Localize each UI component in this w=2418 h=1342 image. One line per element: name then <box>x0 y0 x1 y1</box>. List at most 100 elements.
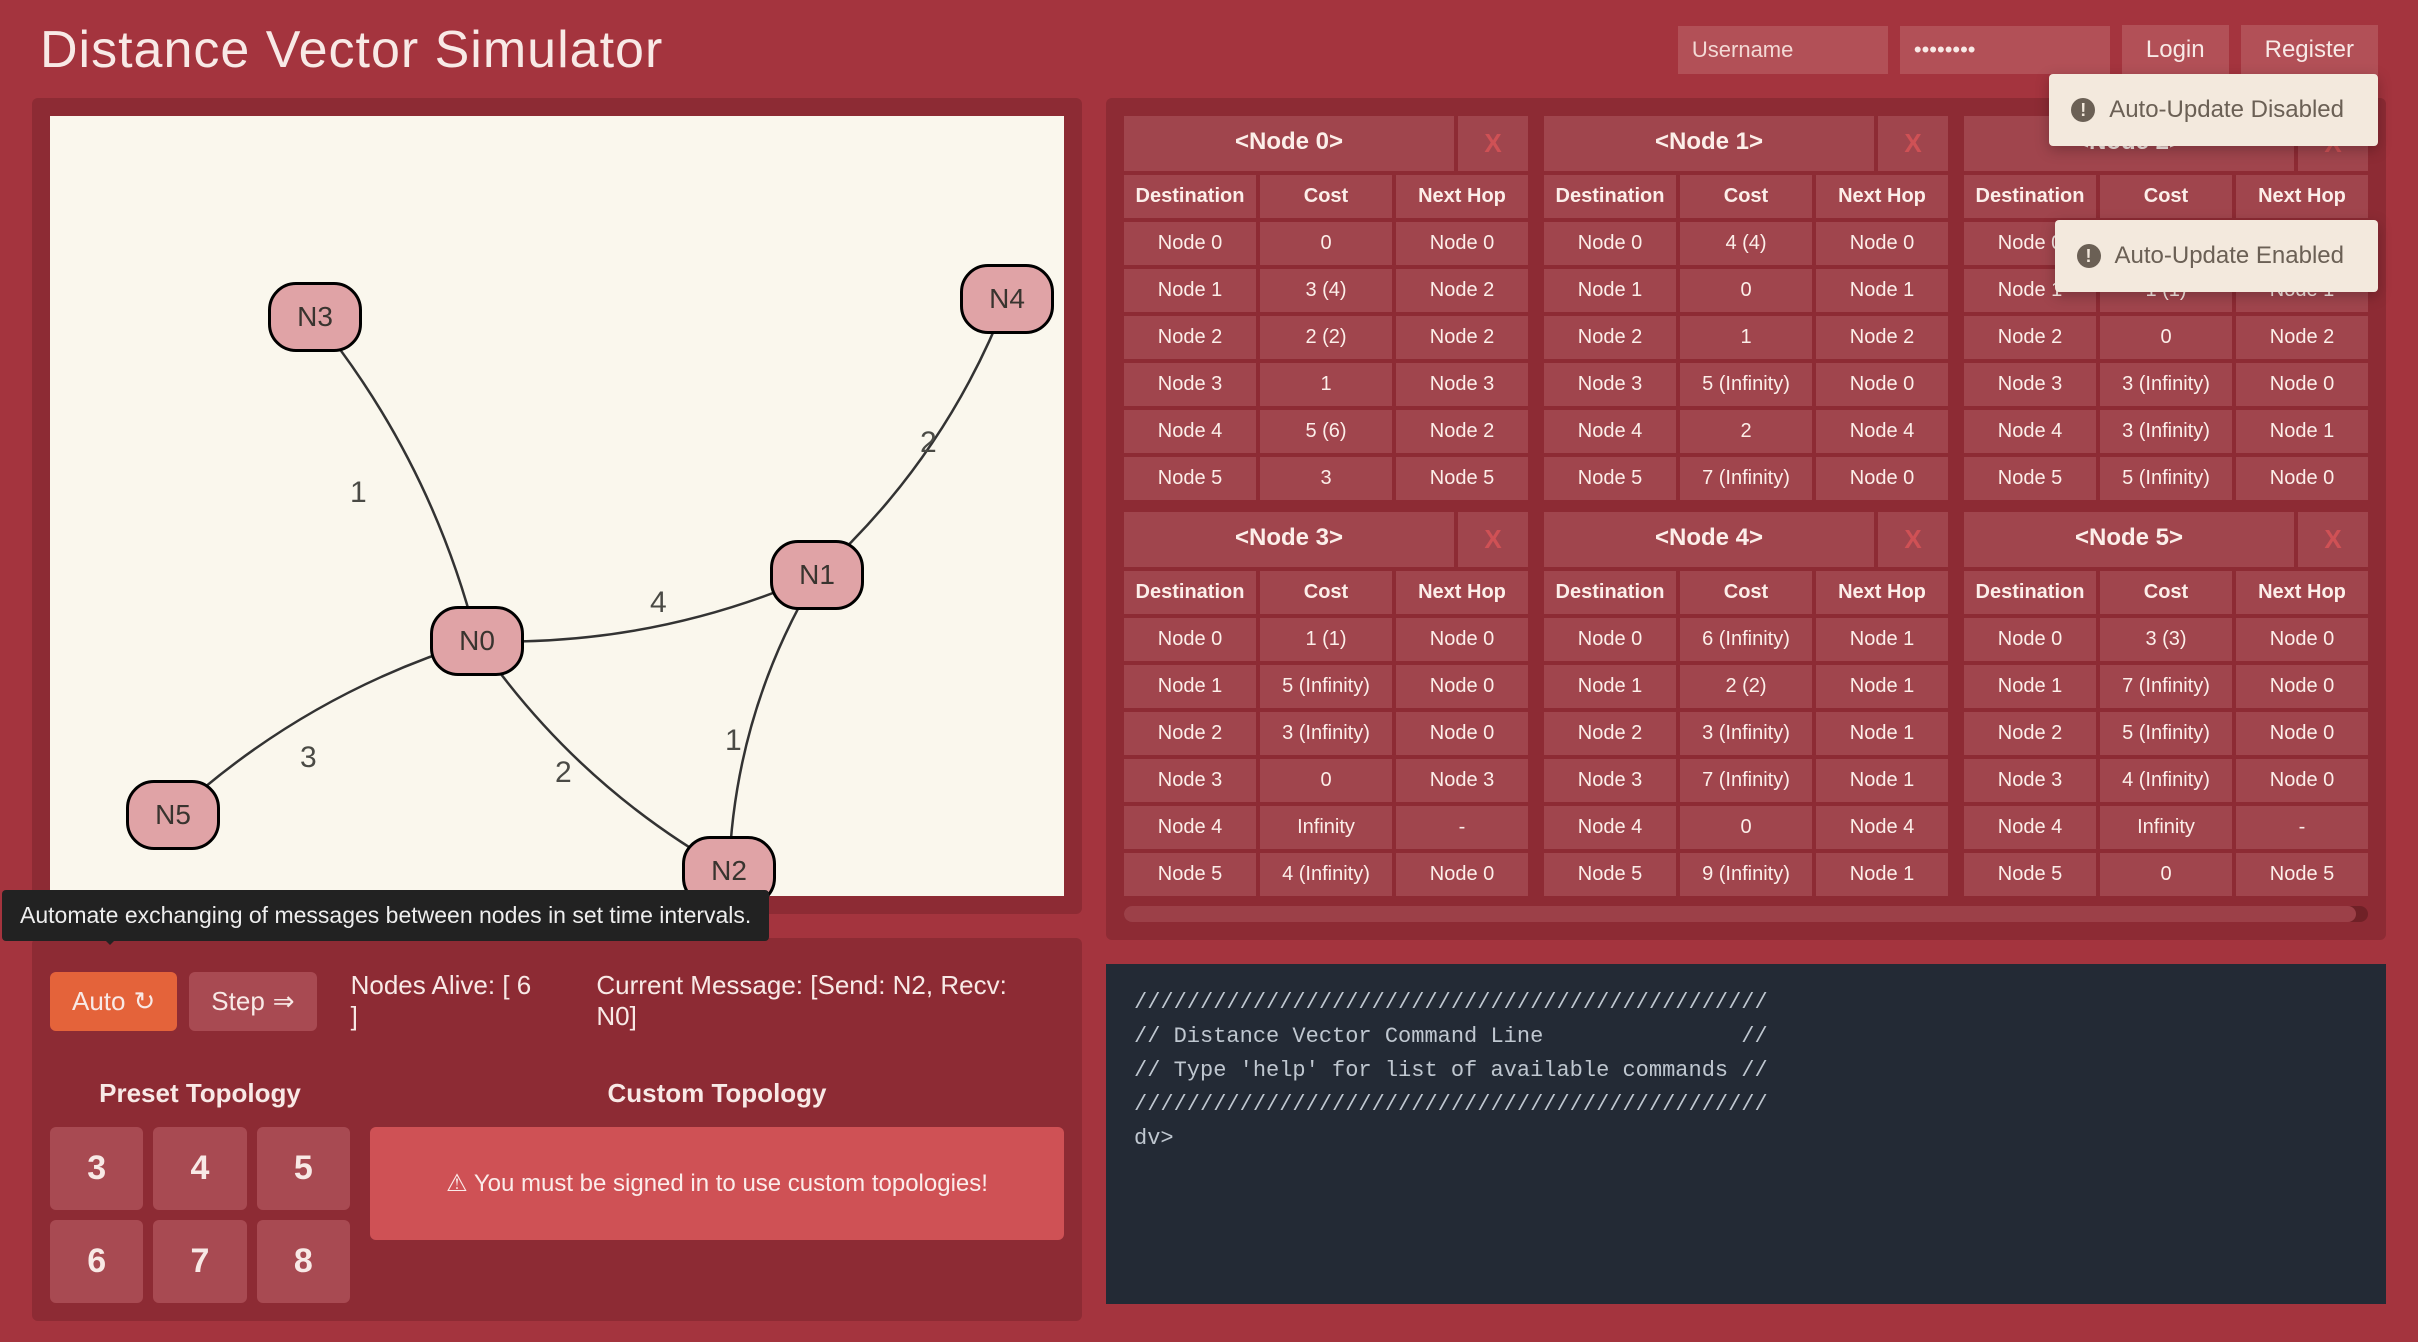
table-row: Node 42Node 4 <box>1544 410 1948 453</box>
edge-weight: 4 <box>650 586 667 620</box>
table-row: Node 34 (Infinity)Node 0 <box>1964 759 2368 802</box>
delete-node-button[interactable]: X <box>1458 512 1528 567</box>
table-cell: Node 3 <box>1544 759 1676 802</box>
username-input[interactable] <box>1678 26 1888 74</box>
table-row: Node 40Node 4 <box>1544 806 1948 849</box>
table-cell: Node 1 <box>1816 759 1948 802</box>
tables-scrollbar[interactable] <box>1124 906 2368 922</box>
graph-canvas[interactable]: 132412N0N1N2N3N4N5 <box>50 116 1064 896</box>
table-row: Node 55 (Infinity)Node 0 <box>1964 457 2368 500</box>
table-cell: Node 4 <box>1964 806 2096 849</box>
table-cell: 0 <box>1680 806 1812 849</box>
table-cell: Node 0 <box>2236 363 2368 406</box>
controls-panel: Auto ↻ Step ⇒ Nodes Alive: [ 6 ] Current… <box>32 938 1082 1321</box>
table-cell: 3 (Infinity) <box>2100 410 2232 453</box>
table-cell: 4 (Infinity) <box>1260 853 1392 896</box>
preset-topology-8[interactable]: 8 <box>257 1220 350 1303</box>
preset-topology-6[interactable]: 6 <box>50 1220 143 1303</box>
info-icon: ! <box>2077 244 2101 268</box>
table-cell: Node 2 <box>1396 269 1528 312</box>
table-cell: Node 5 <box>1964 457 2096 500</box>
table-cell: Node 2 <box>2236 316 2368 359</box>
edge-weight: 1 <box>350 476 367 510</box>
nodes-alive-readout: Nodes Alive: [ 6 ] <box>329 956 563 1046</box>
graph-node-n1[interactable]: N1 <box>770 540 864 610</box>
table-cell: Node 2 <box>1396 410 1528 453</box>
tables-scrollbar-thumb[interactable] <box>1124 906 2356 922</box>
table-cell: Node 0 <box>2236 618 2368 661</box>
table-header-cell: Next Hop <box>2236 571 2368 614</box>
table-cell: Node 0 <box>2236 665 2368 708</box>
table-cell: 2 <box>1680 410 1812 453</box>
table-header-cell: Cost <box>1260 571 1392 614</box>
table-cell: Node 0 <box>2236 457 2368 500</box>
console-output[interactable]: ////////////////////////////////////////… <box>1106 964 2386 1304</box>
table-cell: Node 0 <box>1816 222 1948 265</box>
delete-node-button[interactable]: X <box>2298 512 2368 567</box>
delete-node-button[interactable]: X <box>1878 512 1948 567</box>
table-cell: 4 (4) <box>1680 222 1812 265</box>
graph-node-n5[interactable]: N5 <box>126 780 220 850</box>
delete-node-button[interactable]: X <box>1458 116 1528 171</box>
table-row: Node 15 (Infinity)Node 0 <box>1124 665 1528 708</box>
table-row: Node 12 (2)Node 1 <box>1544 665 1948 708</box>
table-row: Node 4Infinity- <box>1124 806 1528 849</box>
table-cell: Node 0 <box>1544 222 1676 265</box>
table-cell: Node 0 <box>1124 618 1256 661</box>
table-row: Node 00Node 0 <box>1124 222 1528 265</box>
table-cell: - <box>1396 806 1528 849</box>
table-cell: 2 (2) <box>1680 665 1812 708</box>
warning-icon: ⚠ <box>446 1170 468 1197</box>
preset-topology-4[interactable]: 4 <box>153 1127 246 1210</box>
refresh-icon: ↻ <box>134 986 156 1017</box>
table-cell: Node 2 <box>1124 712 1256 755</box>
table-cell: 3 <box>1260 457 1392 500</box>
edge-weight: 2 <box>555 756 572 790</box>
table-row: Node 04 (4)Node 0 <box>1544 222 1948 265</box>
app-title: Distance Vector Simulator <box>40 20 1678 80</box>
table-row: Node 20Node 2 <box>1964 316 2368 359</box>
graph-node-n4[interactable]: N4 <box>960 264 1054 334</box>
edge-weight: 2 <box>920 426 937 460</box>
routing-table-title: <Node 3> <box>1124 512 1454 567</box>
custom-topology-warning: ⚠ You must be signed in to use custom to… <box>370 1127 1064 1240</box>
table-cell: Node 5 <box>2236 853 2368 896</box>
table-cell: Node 3 <box>1396 759 1528 802</box>
table-cell: 7 (Infinity) <box>1680 457 1812 500</box>
graph-node-n0[interactable]: N0 <box>430 606 524 676</box>
routing-table-node-4: <Node 4>XDestinationCostNext HopNode 06 … <box>1544 512 1948 896</box>
edge-weight: 1 <box>725 724 742 758</box>
table-cell: 7 (Infinity) <box>2100 665 2232 708</box>
table-cell: Node 0 <box>1544 618 1676 661</box>
table-cell: 3 (Infinity) <box>2100 363 2232 406</box>
table-cell: Node 1 <box>1544 665 1676 708</box>
preset-topology-7[interactable]: 7 <box>153 1220 246 1303</box>
delete-node-button[interactable]: X <box>1878 116 1948 171</box>
routing-table-title: <Node 1> <box>1544 116 1874 171</box>
table-row: Node 57 (Infinity)Node 0 <box>1544 457 1948 500</box>
table-cell: 1 (1) <box>1260 618 1392 661</box>
table-cell: Node 0 <box>1816 457 1948 500</box>
edge-weight: 3 <box>300 741 317 775</box>
table-cell: Node 2 <box>1964 712 2096 755</box>
table-row: Node 23 (Infinity)Node 1 <box>1544 712 1948 755</box>
table-cell: 4 (Infinity) <box>2100 759 2232 802</box>
auto-button[interactable]: Auto ↻ <box>50 972 177 1031</box>
table-cell: 3 (Infinity) <box>1260 712 1392 755</box>
password-input[interactable] <box>1900 26 2110 74</box>
preset-topology-heading: Preset Topology <box>50 1068 350 1127</box>
login-button[interactable]: Login <box>2122 25 2229 75</box>
register-button[interactable]: Register <box>2241 25 2378 75</box>
table-row: Node 01 (1)Node 0 <box>1124 618 1528 661</box>
auto-button-label: Auto <box>72 986 126 1017</box>
preset-topology-3[interactable]: 3 <box>50 1127 143 1210</box>
toast-auto-update-enabled: ! Auto-Update Enabled <box>2055 220 2379 292</box>
graph-node-n3[interactable]: N3 <box>268 282 362 352</box>
preset-topology-5[interactable]: 5 <box>257 1127 350 1210</box>
table-cell: Node 2 <box>1544 712 1676 755</box>
table-cell: Node 0 <box>1396 222 1528 265</box>
table-cell: Node 2 <box>1964 316 2096 359</box>
table-row: Node 37 (Infinity)Node 1 <box>1544 759 1948 802</box>
arrow-right-icon: ⇒ <box>273 986 295 1017</box>
step-button[interactable]: Step ⇒ <box>189 972 316 1031</box>
